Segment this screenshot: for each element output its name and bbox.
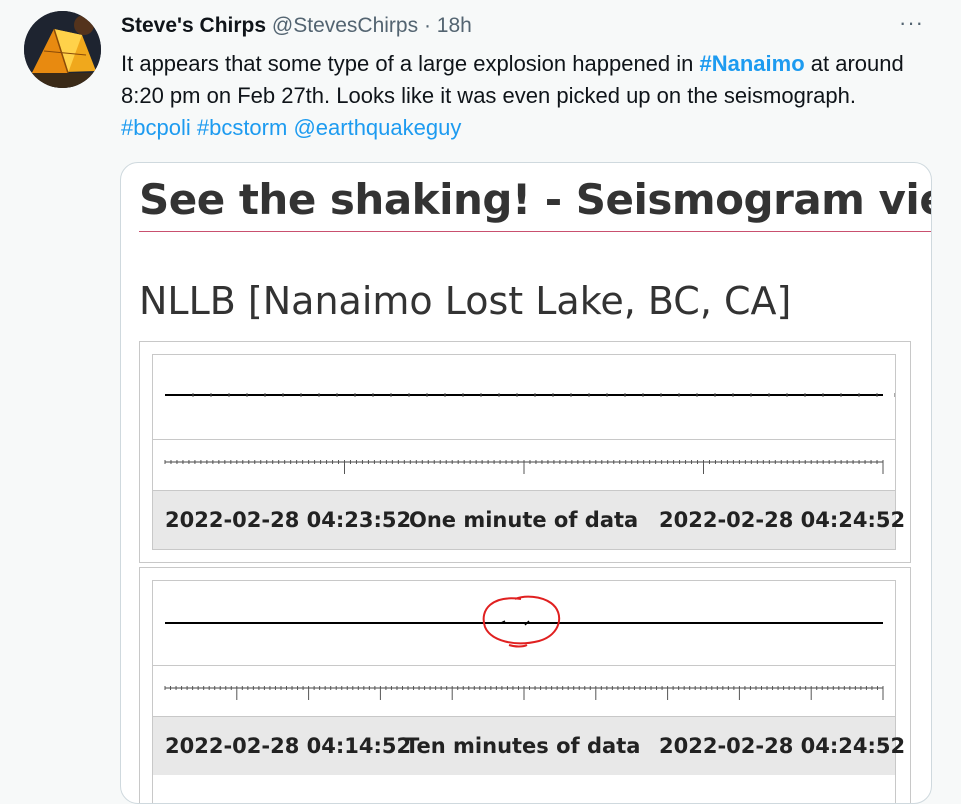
seismogram-trace: [153, 355, 895, 440]
red-circle-annotation: [482, 595, 561, 645]
start-time: 2022-02-28 04:14:52: [165, 734, 412, 758]
seismogram-panel-one-minute: 2022-02-28 04:23:52 One minute of data 2…: [139, 341, 911, 563]
heading-divider: [139, 231, 931, 232]
station-title: NLLB [Nanaimo Lost Lake, BC, CA]: [139, 279, 792, 323]
time-axis-svg: [164, 460, 884, 474]
more-options-icon[interactable]: ···: [899, 10, 924, 36]
panel-caption: 2022-02-28 04:14:52 Ten minutes of data …: [153, 716, 905, 775]
user-handle[interactable]: @StevesChirps: [272, 14, 418, 37]
panel-caption: 2022-02-28 04:23:52 One minute of data 2…: [153, 490, 905, 549]
panel-label: One minute of data: [409, 508, 639, 532]
panel-label: Ten minutes of data: [405, 734, 641, 758]
mention-earthquakeguy[interactable]: @earthquakeguy: [293, 115, 461, 140]
end-time: 2022-02-28 04:24:52: [659, 734, 906, 758]
tweet[interactable]: Steve's Chirps @StevesChirps · 18h ··· I…: [0, 0, 961, 804]
time-axis: [153, 440, 895, 490]
tweet-timestamp[interactable]: 18h: [437, 14, 472, 37]
tent-photo-icon: [24, 11, 101, 88]
trace-svg: [165, 595, 883, 648]
trace-svg: [165, 393, 895, 397]
seismogram-trace: [153, 581, 895, 666]
hashtag-bcpoli[interactable]: #bcpoli: [121, 115, 191, 140]
tweet-text: It appears that some type of a large exp…: [121, 48, 921, 144]
seismogram-panel-ten-minutes: 2022-02-28 04:14:52 Ten minutes of data …: [139, 567, 911, 803]
page-heading: See the shaking! - Seismogram viewer: [139, 175, 931, 224]
tweet-media-image[interactable]: See the shaking! - Seismogram viewer NLL…: [120, 162, 932, 804]
end-time: 2022-02-28 04:24:52: [659, 508, 906, 532]
hashtag-bcstorm[interactable]: #bcstorm: [197, 115, 287, 140]
time-axis: [153, 666, 895, 716]
separator-dot: ·: [423, 14, 431, 37]
start-time: 2022-02-28 04:23:52: [165, 508, 412, 532]
tweet-header: Steve's Chirps @StevesChirps · 18h: [121, 13, 472, 39]
seismogram-panel-inner: 2022-02-28 04:23:52 One minute of data 2…: [152, 354, 905, 550]
tweet-text-part: It appears that some type of a large exp…: [121, 51, 700, 76]
time-axis-svg: [164, 686, 884, 700]
hashtag-nanaimo[interactable]: #Nanaimo: [700, 51, 805, 76]
seismogram-panel-inner: 2022-02-28 04:14:52 Ten minutes of data …: [152, 580, 905, 803]
display-name[interactable]: Steve's Chirps: [121, 14, 266, 37]
avatar[interactable]: [24, 11, 101, 88]
